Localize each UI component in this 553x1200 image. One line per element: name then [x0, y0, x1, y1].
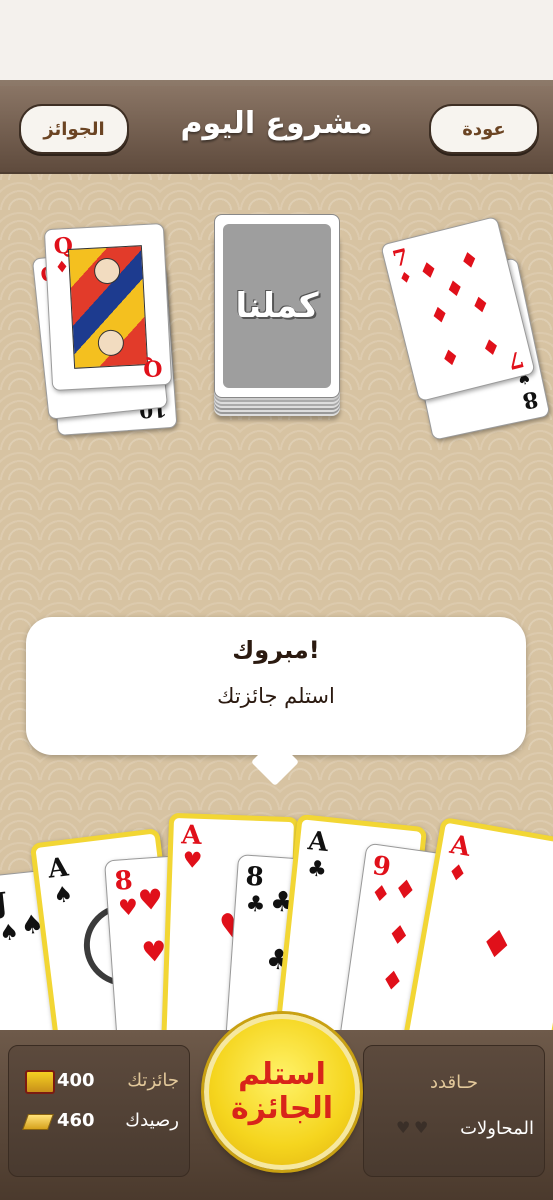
wallet-panel: 400 جائزتك 460 رصيدك: [8, 1045, 190, 1177]
attempt-heart-icon-1: ♥: [396, 1118, 411, 1137]
queen-face-art: [67, 245, 149, 369]
claim-prize-line1: استلم: [238, 1056, 326, 1092]
message-text: استلم جائزتك: [217, 684, 335, 708]
back-button[interactable]: عودة: [429, 104, 539, 154]
card-queen-diamonds: Q ♦ Q: [43, 222, 173, 392]
gold-bar-icon: [22, 1114, 54, 1130]
claim-prize-line2: الجائزة: [230, 1091, 334, 1126]
balance-label: رصيدك: [125, 1110, 179, 1131]
message-title: مبروك!: [232, 636, 320, 664]
prize-value: 400: [57, 1070, 95, 1091]
prize-label: جائزتك: [127, 1070, 179, 1091]
draw-deck: كملنا: [214, 214, 340, 398]
attempt-heart-icon-2: ♥: [414, 1118, 429, 1137]
claim-prize-button[interactable]: استلم الجائزة: [204, 1014, 360, 1170]
attempts-panel: حـاقدد ♥ ♥ المحاولات: [363, 1045, 545, 1177]
trick-label: حـاقدد: [430, 1072, 478, 1093]
attempts-label: المحاولات: [460, 1118, 534, 1139]
balance-value: 460: [57, 1110, 95, 1131]
game-logo: كملنا: [235, 286, 319, 326]
treasure-chest-icon: [25, 1070, 55, 1094]
